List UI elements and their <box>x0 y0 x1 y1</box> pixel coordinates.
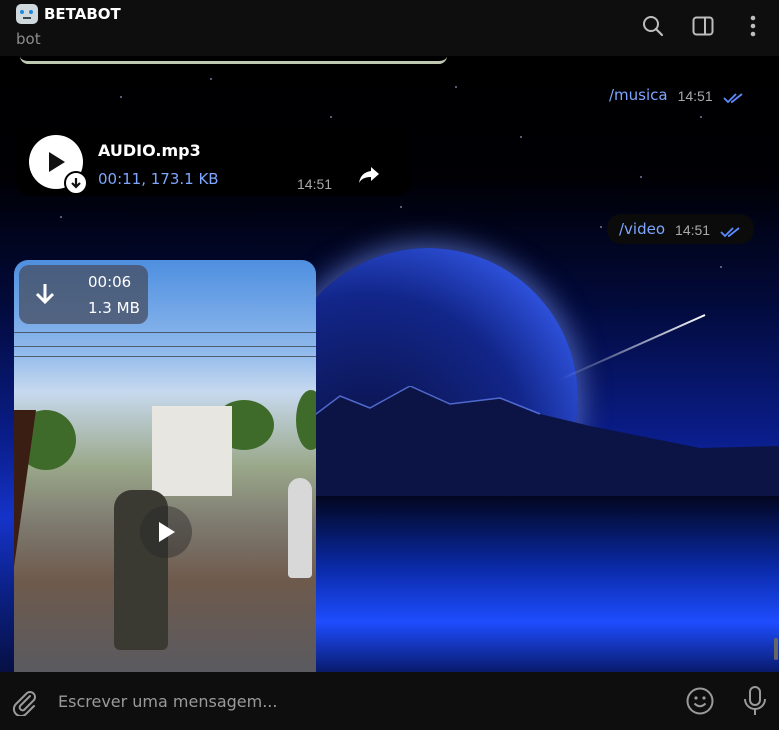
chat-title-row[interactable]: BETABOT <box>16 4 121 24</box>
header-actions <box>641 14 765 38</box>
video-scene-person <box>288 478 312 578</box>
emoji-icon[interactable] <box>685 686 715 716</box>
video-scene-building <box>152 406 232 496</box>
forward-icon[interactable] <box>358 164 382 188</box>
sidebar-toggle-icon[interactable] <box>691 14 715 38</box>
scrollbar-thumb[interactable] <box>774 638 778 660</box>
message-composer <box>0 672 779 730</box>
video-play-button[interactable] <box>140 506 192 558</box>
video-message[interactable]: 00:06 1.3 MB <box>14 260 316 672</box>
wallpaper-water <box>300 496 779 672</box>
chat-header: BETABOT bot <box>0 0 779 56</box>
outgoing-message-musica[interactable]: /musica 14:51 <box>597 80 757 110</box>
audio-meta: 00:11, 173.1 KB <box>98 170 219 188</box>
audio-message: AUDIO.mp3 00:11, 173.1 KB 14:51 <box>16 126 411 196</box>
video-size: 1.3 MB <box>88 299 140 317</box>
video-scene-wire <box>14 356 316 357</box>
paperclip-icon[interactable] <box>10 688 38 718</box>
video-duration: 00:06 <box>88 273 132 291</box>
read-checkmarks-icon <box>723 93 743 104</box>
scrollbar[interactable] <box>773 64 779 672</box>
microphone-icon[interactable] <box>742 685 768 717</box>
chat-subtitle: bot <box>16 30 41 48</box>
message-time: 14:51 <box>297 176 333 192</box>
read-checkmarks-icon <box>720 227 740 238</box>
video-info-badge[interactable]: 00:06 1.3 MB <box>19 265 148 324</box>
chat-history[interactable]: /musica 14:51 AUDIO.mp3 00:11, 173.1 KB … <box>0 56 779 672</box>
chat-title: BETABOT <box>44 5 121 23</box>
video-scene-wire <box>14 346 316 347</box>
video-scene-tree <box>296 390 316 450</box>
download-icon[interactable] <box>64 171 88 195</box>
command-text[interactable]: /musica <box>609 86 668 104</box>
audio-file-name: AUDIO.mp3 <box>98 141 201 160</box>
outgoing-message-video[interactable]: /video 14:51 <box>607 214 755 244</box>
play-icon <box>49 152 65 172</box>
robot-icon <box>16 4 38 24</box>
wallpaper-comet <box>558 314 706 381</box>
previous-message-edge <box>20 56 447 64</box>
video-scene-wire <box>14 332 316 333</box>
search-icon[interactable] <box>641 14 665 38</box>
message-time: 14:51 <box>675 222 711 238</box>
message-time: 14:51 <box>677 88 713 104</box>
play-icon <box>159 522 175 542</box>
download-icon[interactable] <box>33 281 57 309</box>
command-text[interactable]: /video <box>619 220 665 238</box>
message-input[interactable] <box>58 689 658 713</box>
more-vertical-icon[interactable] <box>741 14 765 38</box>
